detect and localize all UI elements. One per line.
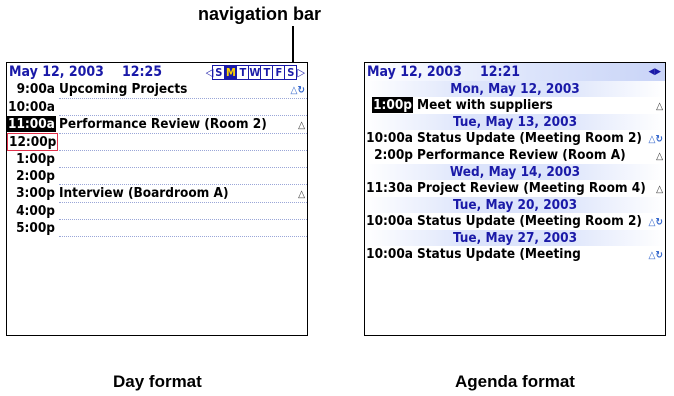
slot-time-text: 3:00p	[16, 185, 55, 201]
annotation-pointer-line	[292, 26, 294, 66]
item-text: Project Review (Meeting Room 4)	[417, 180, 646, 196]
slot-time-text: 1:00p	[16, 151, 55, 167]
day-view-header: May 12, 2003 12:25 ◁ SMTWTFS ▷	[7, 63, 307, 81]
slot-time: 12:00p	[7, 133, 59, 151]
item-time-text: 11:30a	[366, 180, 413, 196]
appointment-marker	[6, 118, 7, 132]
agenda-item[interactable]: 2:00p Performance Review (Room A) △	[365, 147, 665, 164]
agenda-item[interactable]: 10:00a Status Update (Meeting △↻	[365, 246, 665, 263]
day-view-screen: May 12, 2003 12:25 ◁ SMTWTFS ▷ 9:00a Upco…	[6, 62, 308, 336]
agenda-item[interactable]: 10:00a Status Update (Meeting Room 2) △↻	[365, 213, 665, 230]
alarm-icon: △	[656, 184, 663, 195]
slot-time: 9:00a	[7, 81, 59, 99]
agenda-item[interactable]: 10:00a Status Update (Meeting Room 2) △↻	[365, 130, 665, 147]
day-time-slot[interactable]: 12:00p	[7, 133, 307, 151]
weekday-6[interactable]: S	[284, 65, 298, 80]
day-time-slot[interactable]: 5:00p	[7, 220, 307, 237]
alarm-icon: △	[656, 101, 663, 112]
slot-time-text: 11:00a	[7, 116, 56, 132]
item-time: 1:00p	[365, 97, 417, 114]
slot-time: 4:00p	[7, 203, 59, 220]
scroll-arrows-icon[interactable]: ◀▶	[649, 67, 661, 77]
agenda-format-caption: Agenda format	[455, 372, 575, 391]
navigation-bar[interactable]: ◁ SMTWTFS ▷	[206, 65, 305, 80]
slot-time-text: 4:00p	[16, 203, 55, 219]
alarm-icon: △	[298, 189, 305, 200]
slot-time-text: 12:00p	[7, 133, 59, 151]
item-text: Status Update (Meeting Room 2)	[417, 130, 642, 146]
day-time-slot[interactable]: 10:00a	[7, 99, 307, 116]
day-time-slot[interactable]: 4:00p	[7, 203, 307, 220]
slot-time: 10:00a	[7, 99, 59, 116]
day-schedule: 9:00a Upcoming Projects △↻ 10:00a 11:00a Perf…	[7, 81, 307, 237]
next-arrow-icon[interactable]: ▷	[297, 66, 305, 79]
agenda-date-bar: Mon, May 12, 2003	[365, 81, 665, 97]
item-text: Performance Review (Room A)	[417, 147, 626, 163]
slot-time: 2:00p	[7, 168, 59, 185]
slot-time: 11:00a	[7, 116, 59, 134]
slot-time-text: 10:00a	[8, 99, 55, 115]
agenda-date-bar: Tue, May 13, 2003	[365, 114, 665, 130]
agenda-date-bar: Tue, May 20, 2003	[365, 197, 665, 213]
slot-text: Performance Review (Room 2)	[59, 116, 307, 134]
day-time-slot[interactable]: 3:00p Interview (Boardroom A) △	[7, 185, 307, 203]
item-time-text: 10:00a	[366, 213, 413, 229]
agenda-date-bar: Wed, May 14, 2003	[365, 164, 665, 180]
alarm-recurring-icon: △↻	[648, 217, 663, 228]
day-time-slot[interactable]: 1:00p	[7, 151, 307, 168]
item-time-text: 2:00p	[374, 147, 413, 163]
agenda-item[interactable]: 11:30a Project Review (Meeting Room 4) △	[365, 180, 665, 197]
day-format-caption: Day format	[113, 372, 202, 391]
header-date: May 12, 2003	[9, 64, 104, 80]
slot-text: Upcoming Projects	[59, 81, 307, 99]
slot-text	[59, 99, 307, 116]
slot-text	[59, 203, 307, 220]
navigation-bar-annotation: navigation bar	[198, 4, 322, 24]
slot-time-text: 5:00p	[16, 220, 55, 236]
day-time-slot[interactable]: 9:00a Upcoming Projects △↻	[7, 81, 307, 99]
alarm-recurring-icon: △↻	[290, 85, 305, 96]
item-text: Meet with suppliers	[417, 97, 553, 113]
slot-text	[59, 220, 307, 237]
item-time-text: 1:00p	[372, 97, 413, 113]
slot-time-text: 2:00p	[16, 168, 55, 184]
alarm-recurring-icon: △↻	[648, 250, 663, 261]
slot-text: Interview (Boardroom A)	[59, 185, 307, 203]
agenda-view-screen: May 12, 2003 12:21 ◀▶ Mon, May 12, 2003 1…	[364, 62, 666, 336]
agenda-view-header: May 12, 2003 12:21 ◀▶	[365, 63, 665, 81]
slot-text	[59, 151, 307, 168]
alarm-icon: △	[656, 151, 663, 162]
header-time: 12:25	[121, 64, 163, 80]
item-time: 2:00p	[365, 147, 417, 164]
item-time-text: 10:00a	[366, 246, 413, 262]
appointment-marker	[6, 187, 7, 201]
slot-text	[59, 168, 307, 185]
slot-time-text: 9:00a	[16, 81, 55, 97]
alarm-recurring-icon: △↻	[648, 134, 663, 145]
item-text: Status Update (Meeting Room 2)	[417, 213, 642, 229]
header-date: May 12, 2003	[367, 64, 462, 80]
item-time: 10:00a	[365, 130, 417, 147]
appointment-marker	[6, 83, 7, 97]
item-time: 10:00a	[365, 246, 417, 263]
agenda-date-bar: Tue, May 27, 2003	[365, 230, 665, 246]
agenda-item[interactable]: 1:00p Meet with suppliers △	[365, 97, 665, 114]
item-time: 10:00a	[365, 213, 417, 230]
agenda-list: Mon, May 12, 2003 1:00p Meet with supplier…	[365, 81, 665, 263]
slot-time: 1:00p	[7, 151, 59, 168]
day-time-slot[interactable]: 2:00p	[7, 168, 307, 185]
header-time: 12:21	[479, 64, 521, 80]
item-time: 11:30a	[365, 180, 417, 197]
day-time-slot[interactable]: 11:00a Performance Review (Room 2) △	[7, 116, 307, 134]
item-time-text: 10:00a	[366, 130, 413, 146]
item-text: Status Update (Meeting	[417, 246, 581, 262]
alarm-icon: △	[298, 120, 305, 131]
slot-time: 5:00p	[7, 220, 59, 237]
slot-time: 3:00p	[7, 185, 59, 203]
slot-text	[59, 134, 307, 151]
